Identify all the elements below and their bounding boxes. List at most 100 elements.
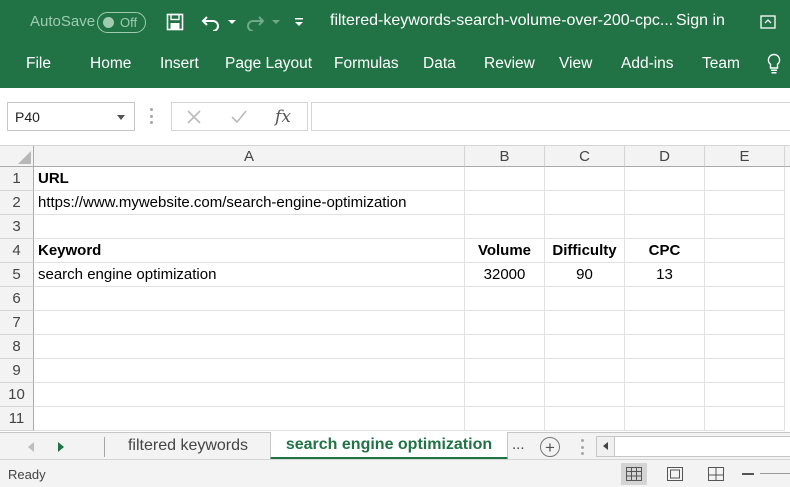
- cell-b7[interactable]: [465, 311, 545, 335]
- cell-d7[interactable]: [625, 311, 705, 335]
- tab-view[interactable]: View: [559, 55, 592, 73]
- sign-in-link[interactable]: Sign in: [676, 12, 725, 30]
- column-header-f[interactable]: [785, 146, 790, 167]
- cell-a10[interactable]: [34, 383, 465, 407]
- cell-b11[interactable]: [465, 407, 545, 431]
- cell-e10[interactable]: [705, 383, 785, 407]
- more-sheets-button[interactable]: ...: [512, 436, 525, 453]
- name-box-dropdown-icon[interactable]: [117, 115, 125, 120]
- cell-e9[interactable]: [705, 359, 785, 383]
- cell-e8[interactable]: [705, 335, 785, 359]
- cell-d1[interactable]: [625, 167, 705, 191]
- enter-check-icon[interactable]: [227, 106, 251, 128]
- column-header-e[interactable]: E: [705, 146, 785, 167]
- cell-c11[interactable]: [545, 407, 625, 431]
- cell-c6[interactable]: [545, 287, 625, 311]
- cell-b6[interactable]: [465, 287, 545, 311]
- cell-a9[interactable]: [34, 359, 465, 383]
- select-all-button[interactable]: [0, 146, 34, 167]
- undo-dropdown-icon[interactable]: [226, 9, 238, 35]
- column-header-c[interactable]: C: [545, 146, 625, 167]
- cell-b2[interactable]: [465, 191, 545, 215]
- undo-icon[interactable]: [200, 9, 222, 35]
- tab-split-handle[interactable]: [580, 439, 584, 455]
- ribbon-display-icon[interactable]: [758, 9, 778, 35]
- row-header-10[interactable]: 10: [0, 383, 34, 407]
- row-header-8[interactable]: 8: [0, 335, 34, 359]
- cell-d4[interactable]: CPC: [625, 239, 705, 263]
- tab-data[interactable]: Data: [423, 55, 456, 73]
- lightbulb-icon[interactable]: [764, 51, 784, 77]
- row-header-5[interactable]: 5: [0, 263, 34, 287]
- cell-a1[interactable]: URL: [34, 167, 465, 191]
- row-header-2[interactable]: 2: [0, 191, 34, 215]
- cell-a3[interactable]: [34, 215, 465, 239]
- cell-b10[interactable]: [465, 383, 545, 407]
- cell-e5[interactable]: [705, 263, 785, 287]
- save-icon[interactable]: [164, 9, 186, 35]
- cancel-icon[interactable]: [182, 106, 206, 128]
- tab-add-ins[interactable]: Add-ins: [621, 55, 674, 73]
- redo-dropdown-icon[interactable]: [270, 9, 282, 35]
- cell-c10[interactable]: [545, 383, 625, 407]
- page-layout-view-icon[interactable]: [662, 463, 688, 485]
- customize-qat-icon[interactable]: [292, 9, 306, 35]
- cell-b3[interactable]: [465, 215, 545, 239]
- cell-d9[interactable]: [625, 359, 705, 383]
- cell-c4[interactable]: Difficulty: [545, 239, 625, 263]
- cell-b5[interactable]: 32000: [465, 263, 545, 287]
- cell-c5[interactable]: 90: [545, 263, 625, 287]
- cell-a8[interactable]: [34, 335, 465, 359]
- row-header-3[interactable]: 3: [0, 215, 34, 239]
- scroll-tabs-left-icon[interactable]: [28, 442, 34, 452]
- page-break-view-icon[interactable]: [703, 463, 729, 485]
- row-header-9[interactable]: 9: [0, 359, 34, 383]
- sheet-tab-filtered-keywords[interactable]: filtered keywords: [106, 433, 270, 459]
- cell-a2[interactable]: https://www.mywebsite.com/search-engine-…: [34, 191, 465, 215]
- normal-view-icon[interactable]: [621, 463, 647, 485]
- cell-e4[interactable]: [705, 239, 785, 263]
- row-header-7[interactable]: 7: [0, 311, 34, 335]
- cell-c7[interactable]: [545, 311, 625, 335]
- formula-bar-resize-handle[interactable]: [149, 108, 153, 124]
- cell-b8[interactable]: [465, 335, 545, 359]
- row-header-1[interactable]: 1: [0, 167, 34, 191]
- cell-b4[interactable]: Volume: [465, 239, 545, 263]
- cell-d2[interactable]: [625, 191, 705, 215]
- tab-review[interactable]: Review: [484, 55, 535, 73]
- cell-c2[interactable]: [545, 191, 625, 215]
- cell-d10[interactable]: [625, 383, 705, 407]
- column-header-a[interactable]: A: [34, 146, 465, 167]
- cell-a6[interactable]: [34, 287, 465, 311]
- cell-e1[interactable]: [705, 167, 785, 191]
- tab-page-layout[interactable]: Page Layout: [225, 55, 312, 73]
- cell-d8[interactable]: [625, 335, 705, 359]
- scroll-left-arrow-icon[interactable]: [597, 437, 615, 456]
- cell-b9[interactable]: [465, 359, 545, 383]
- cell-e7[interactable]: [705, 311, 785, 335]
- scroll-tabs-right-icon[interactable]: [58, 442, 64, 452]
- redo-icon[interactable]: [244, 9, 266, 35]
- cell-d6[interactable]: [625, 287, 705, 311]
- cell-c9[interactable]: [545, 359, 625, 383]
- tab-home[interactable]: Home: [90, 55, 131, 73]
- cell-c8[interactable]: [545, 335, 625, 359]
- tab-insert[interactable]: Insert: [160, 55, 199, 73]
- tab-file[interactable]: File: [26, 55, 51, 73]
- cell-e6[interactable]: [705, 287, 785, 311]
- horizontal-scrollbar[interactable]: [596, 436, 790, 457]
- cell-b1[interactable]: [465, 167, 545, 191]
- add-sheet-icon[interactable]: +: [540, 437, 560, 457]
- tab-team[interactable]: Team: [702, 55, 740, 73]
- zoom-out-icon[interactable]: [742, 473, 754, 475]
- cell-d5[interactable]: 13: [625, 263, 705, 287]
- autosave-toggle[interactable]: Off: [97, 12, 146, 33]
- cell-e11[interactable]: [705, 407, 785, 431]
- cell-e3[interactable]: [705, 215, 785, 239]
- cell-c3[interactable]: [545, 215, 625, 239]
- name-box[interactable]: P40: [7, 102, 135, 131]
- tab-formulas[interactable]: Formulas: [334, 55, 399, 73]
- column-header-d[interactable]: D: [625, 146, 705, 167]
- insert-function-icon[interactable]: fx: [271, 106, 295, 128]
- row-header-6[interactable]: 6: [0, 287, 34, 311]
